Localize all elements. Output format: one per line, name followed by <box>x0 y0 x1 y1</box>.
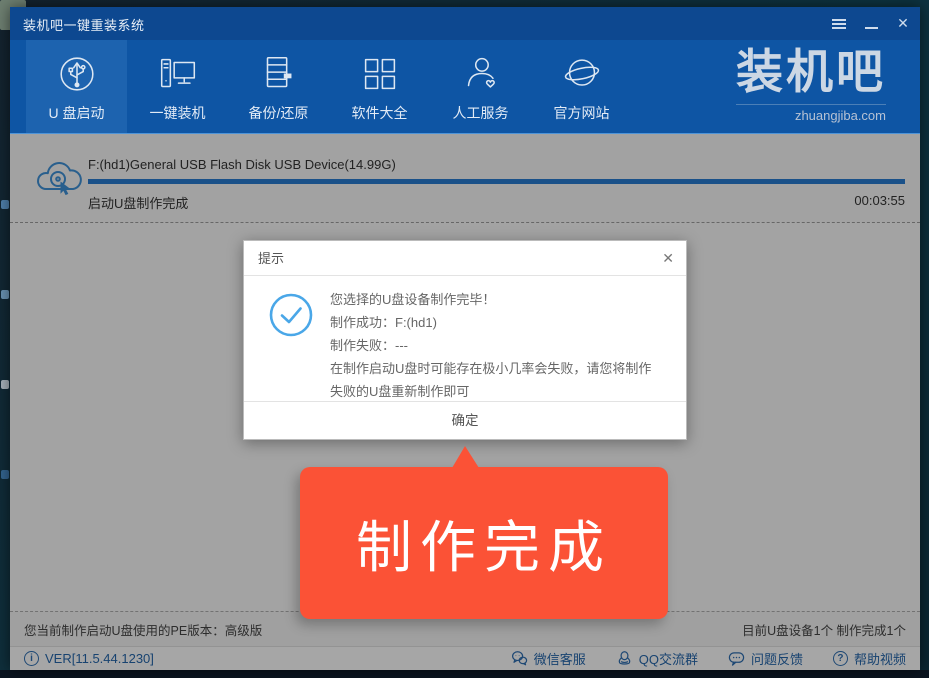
person-icon <box>458 51 504 97</box>
ok-button[interactable]: 确定 <box>244 401 686 439</box>
server-icon <box>256 51 302 97</box>
dialog-line: 您选择的U盘设备制作完毕！ <box>330 288 662 311</box>
brand-logo: 装机吧 zhuangjiba.com <box>736 44 886 123</box>
prompt-dialog: 提示 ✕ 您选择的U盘设备制作完毕！ 制作成功：F:(hd1) 制作失败：---… <box>243 240 687 440</box>
app-window: 装机吧一键重装系统 ✕ U 盘启动 一键装机 备份/还原 <box>10 7 920 670</box>
desktop-icon <box>1 290 9 299</box>
nav-label: 备份/还原 <box>249 103 309 123</box>
callout-text: 制作完成 <box>356 503 612 584</box>
dialog-title: 提示 <box>258 251 284 266</box>
minimize-button[interactable] <box>856 7 886 40</box>
nav-item-usb-boot[interactable]: U 盘启动 <box>26 40 127 133</box>
dialog-line: 制作成功：F:(hd1) <box>330 311 662 334</box>
usb-icon <box>54 51 100 97</box>
computer-icon <box>155 51 201 97</box>
menu-button[interactable] <box>824 7 854 40</box>
nav-label: 人工服务 <box>453 103 509 123</box>
nav-item-official-site[interactable]: 官方网站 <box>531 40 632 133</box>
window-title: 装机吧一键重装系统 <box>23 15 145 34</box>
nav-label: 一键装机 <box>150 103 206 123</box>
nav-item-human-service[interactable]: 人工服务 <box>430 40 531 133</box>
success-check-icon <box>268 292 314 338</box>
hamburger-icon <box>832 17 846 31</box>
minimize-icon <box>865 27 878 29</box>
dialog-close-button[interactable]: ✕ <box>662 241 674 276</box>
nav-item-backup-restore[interactable]: 备份/还原 <box>228 40 329 133</box>
nav-label: 软件大全 <box>352 103 408 123</box>
close-button[interactable]: ✕ <box>888 7 918 40</box>
nav-item-one-click-install[interactable]: 一键装机 <box>127 40 228 133</box>
nav-label: U 盘启动 <box>49 103 105 123</box>
nav-label: 官方网站 <box>554 103 610 123</box>
nav-bar: U 盘启动 一键装机 备份/还原 软件大全 人工服务 <box>10 40 920 134</box>
titlebar: 装机吧一键重装系统 ✕ <box>10 7 920 40</box>
logo-text: 装机吧 <box>736 44 886 102</box>
dialog-line: 制作失败：--- <box>330 334 662 357</box>
desktop-icon <box>1 470 9 479</box>
desktop-icon <box>1 380 9 389</box>
nav-item-software[interactable]: 软件大全 <box>329 40 430 133</box>
logo-domain: zhuangjiba.com <box>736 104 886 123</box>
desktop-icon <box>1 200 9 209</box>
dialog-body: 您选择的U盘设备制作完毕！ 制作成功：F:(hd1) 制作失败：--- 在制作启… <box>244 276 686 403</box>
completion-callout: 制作完成 <box>300 467 668 619</box>
globe-icon <box>559 51 605 97</box>
dialog-line: 在制作启动U盘时可能存在极小几率会失败，请您将制作失败的U盘重新制作即可 <box>330 357 662 403</box>
callout-pointer <box>452 446 479 468</box>
grid-icon <box>357 51 403 97</box>
taskbar-edge <box>0 670 929 678</box>
dialog-message: 您选择的U盘设备制作完毕！ 制作成功：F:(hd1) 制作失败：--- 在制作启… <box>330 288 662 403</box>
dialog-header: 提示 ✕ <box>244 241 686 276</box>
